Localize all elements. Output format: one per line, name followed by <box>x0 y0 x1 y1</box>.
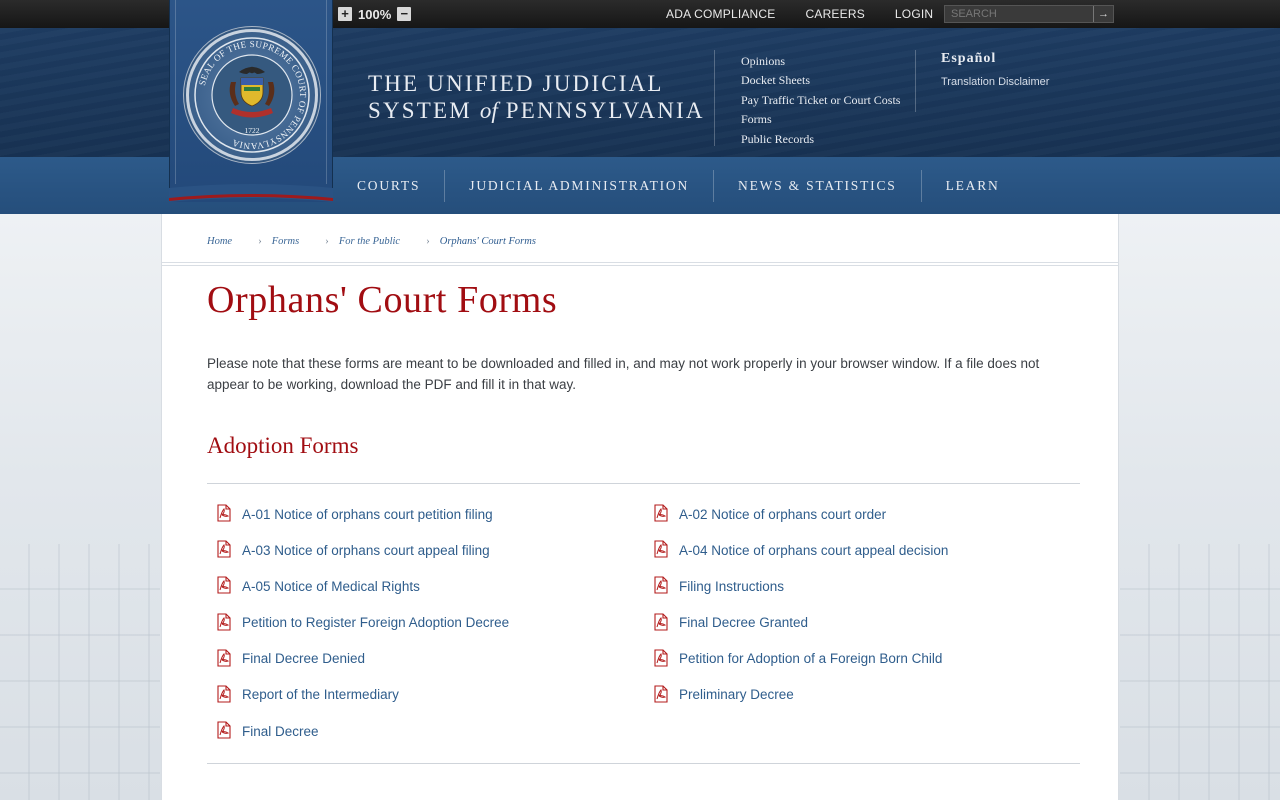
chevron-right-icon: › <box>325 235 329 247</box>
nav-learn[interactable]: LEARN <box>922 157 1024 214</box>
quick-link-pay-traffic-ticket[interactable]: Pay Traffic Ticket or Court Costs <box>741 93 900 107</box>
form-link[interactable]: Petition to Register Foreign Adoption De… <box>215 612 652 634</box>
site-title-line1: THE UNIFIED JUDICIAL <box>368 71 664 96</box>
pdf-file-icon <box>652 649 670 667</box>
chevron-right-icon: › <box>258 235 262 247</box>
chevron-right-icon: › <box>426 235 430 247</box>
nav-judicial-administration[interactable]: JUDICIAL ADMINISTRATION <box>445 157 713 214</box>
quick-link-docket-sheets[interactable]: Docket Sheets <box>741 73 810 87</box>
header-divider <box>915 50 916 112</box>
form-link[interactable]: Final Decree Granted <box>652 612 1085 634</box>
page-title: Orphans' Court Forms <box>207 279 558 321</box>
form-link[interactable]: Petition for Adoption of a Foreign Born … <box>652 648 1085 670</box>
zoom-in-button[interactable]: + <box>338 7 352 21</box>
pdf-file-icon <box>652 540 670 558</box>
breadcrumb-current: Orphans' Court Forms <box>439 235 536 247</box>
form-link[interactable]: Final Decree <box>215 720 652 742</box>
forms-list: A-01 Notice of orphans court petition fi… <box>215 503 1085 742</box>
form-link[interactable]: A-03 Notice of orphans court appeal fili… <box>215 539 652 561</box>
quick-link-forms[interactable]: Forms <box>741 112 772 126</box>
section-divider-top <box>207 483 1080 484</box>
breadcrumb: Home › Forms › For the Public › Orphans'… <box>207 235 536 247</box>
espanol-link[interactable]: Español <box>941 51 1049 67</box>
pdf-file-icon <box>652 685 670 703</box>
form-link-label: A-01 Notice of orphans court petition fi… <box>242 506 493 522</box>
form-link-label: A-05 Notice of Medical Rights <box>242 578 420 594</box>
supreme-court-seal-logo: SEAL OF THE SUPREME COURT OF PENNSYLVANI… <box>186 29 318 161</box>
login-link[interactable]: LOGIN <box>895 7 933 21</box>
site-title-pennsylvania: PENNSYLVANIA <box>497 98 705 123</box>
pdf-file-icon <box>652 613 670 631</box>
careers-link[interactable]: CAREERS <box>806 7 865 21</box>
breadcrumb-home[interactable]: Home <box>207 236 232 247</box>
quick-links: Opinions Docket Sheets Pay Traffic Ticke… <box>741 52 900 149</box>
form-link-label: A-04 Notice of orphans court appeal deci… <box>679 542 949 558</box>
language-block: Español Translation Disclaimer <box>941 51 1049 88</box>
search-submit-button[interactable]: → <box>1093 6 1113 22</box>
pdf-file-icon <box>215 649 233 667</box>
pdf-file-icon <box>652 504 670 522</box>
zoom-control: + 100% − <box>338 5 412 23</box>
pdf-file-icon <box>215 613 233 631</box>
site-title-line2: SYSTEM of PENNSYLVANIA <box>368 97 705 124</box>
pdf-file-icon <box>215 721 233 739</box>
form-link-label: Preliminary Decree <box>679 687 794 703</box>
forms-note: Please note that these forms are meant t… <box>207 356 1040 392</box>
form-link[interactable]: A-01 Notice of orphans court petition fi… <box>215 503 652 525</box>
translation-disclaimer-link[interactable]: Translation Disclaimer <box>941 76 1049 88</box>
form-link[interactable]: Report of the Intermediary <box>215 684 652 706</box>
form-link-label: Final Decree Granted <box>679 615 809 631</box>
building-wing-right <box>1120 544 1280 800</box>
ada-compliance-link[interactable]: ADA COMPLIANCE <box>666 7 776 21</box>
form-link-label: A-03 Notice of orphans court appeal fili… <box>242 542 490 558</box>
form-link[interactable]: Final Decree Denied <box>215 648 652 670</box>
form-link[interactable]: A-05 Notice of Medical Rights <box>215 575 652 597</box>
site-title[interactable]: THE UNIFIED JUDICIAL SYSTEM of PENNSYLVA… <box>368 70 705 124</box>
pdf-file-icon <box>215 576 233 594</box>
form-link-label: Petition for Adoption of a Foreign Born … <box>679 651 943 667</box>
breadcrumb-for-the-public[interactable]: For the Public <box>339 236 400 247</box>
pdf-file-icon <box>215 504 233 522</box>
header-divider <box>714 50 715 146</box>
seal-banner[interactable]: SEAL OF THE SUPREME COURT OF PENNSYLVANI… <box>169 0 333 202</box>
site-title-of: of <box>479 98 498 123</box>
search-box: → <box>944 5 1114 23</box>
form-link-label: Filing Instructions <box>679 578 785 594</box>
form-link-label: A-02 Notice of orphans court order <box>679 506 887 522</box>
form-link[interactable]: Filing Instructions <box>652 575 1085 597</box>
banner-ribbon <box>169 184 333 202</box>
site-title-system: SYSTEM <box>368 98 480 123</box>
pdf-file-icon <box>215 540 233 558</box>
quick-link-public-records[interactable]: Public Records <box>741 132 814 146</box>
breadcrumb-forms[interactable]: Forms <box>272 236 299 247</box>
form-link-label: Final Decree Denied <box>242 651 366 667</box>
form-link[interactable]: A-04 Notice of orphans court appeal deci… <box>652 539 1085 561</box>
content-area: Home › Forms › For the Public › Orphans'… <box>161 214 1119 800</box>
building-wing-left <box>0 544 160 800</box>
seal-year: 1722 <box>245 126 260 135</box>
quick-link-opinions[interactable]: Opinions <box>741 54 785 68</box>
breadcrumb-divider <box>162 262 1118 266</box>
search-input[interactable] <box>945 6 1093 22</box>
zoom-level: 100% <box>358 6 392 22</box>
pdf-file-icon <box>652 576 670 594</box>
section-title-adoption-forms: Adoption Forms <box>207 433 359 458</box>
form-link-label: Petition to Register Foreign Adoption De… <box>242 615 510 631</box>
zoom-out-button[interactable]: − <box>397 7 412 21</box>
nav-news-statistics[interactable]: NEWS & STATISTICS <box>714 157 921 214</box>
pdf-file-icon <box>215 685 233 703</box>
seal-emblem-icon: SEAL OF THE SUPREME COURT OF PENNSYLVANI… <box>194 37 310 153</box>
form-link-label: Report of the Intermediary <box>242 687 399 703</box>
form-link[interactable]: Preliminary Decree <box>652 684 1085 706</box>
form-link[interactable]: A-02 Notice of orphans court order <box>652 503 1085 525</box>
section-divider-bottom <box>207 763 1080 764</box>
utility-links: ADA COMPLIANCE CAREERS LOGIN <box>666 0 963 28</box>
nav-courts[interactable]: COURTS <box>333 157 444 214</box>
form-link-label: Final Decree <box>242 723 319 739</box>
